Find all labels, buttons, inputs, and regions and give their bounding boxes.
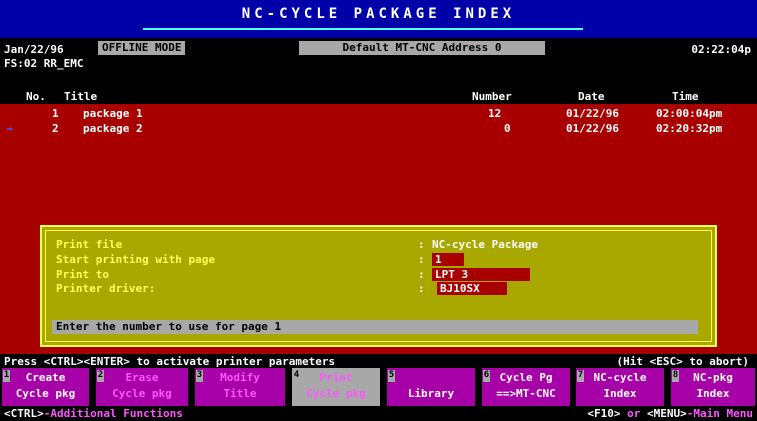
f3-modify-title-button[interactable]: 3 Modify Title [195,368,285,406]
key-label-line1: NC-cycle [593,371,647,384]
row-number: 1 [52,107,59,120]
key-label-line2: Index [696,387,730,400]
status-date: Jan/22/96 [4,43,64,56]
selection-arrow-icon: → [6,122,13,135]
row-count: 12 [488,107,502,120]
f6-cycle-pg-to-mt-cnc-button[interactable]: 6 Cycle Pg ==>MT-CNC [482,368,570,406]
key-label-line1: Print [319,371,353,384]
colon: : [418,253,425,266]
help-activate: Press <CTRL><ENTER> to activate printer … [4,355,336,368]
row-time: 02:00:04pm [656,107,723,120]
title-underline [143,28,583,30]
title-bar: NC-CYCLE PACKAGE INDEX [0,0,757,38]
key-number: 5 [388,370,395,382]
f2-erase-cycle-pkg-button[interactable]: 2 Erase Cycle pkg [96,368,188,406]
ctrl-hint: <CTRL>-Additional Functions [4,407,183,420]
print-to-field[interactable]: LPT 3 [432,268,530,281]
column-header-time: Time [672,90,699,103]
print-to-label: Print to [56,268,109,281]
colon: : [418,282,425,295]
row-title: package 2 [83,122,143,135]
key-label-line2: Cycle pkg [306,387,366,400]
list-item[interactable]: → 2 package 2 0 01/22/96 02:20:32pm [0,122,757,135]
key-label-line2: Title [223,387,257,400]
status-clock: 02:22:04p [691,43,751,56]
mode-badge: OFFLINE MODE [98,41,186,55]
key-label-line1: NC-pkg [693,371,733,384]
f8-nc-pkg-index-button[interactable]: 8 NC-pkg Index [671,368,755,406]
print-file-value: NC-cycle Package [432,238,538,251]
start-page-field[interactable]: 1 [432,253,464,266]
colon: : [418,238,425,251]
menu-hint: <F10> or <MENU>-Main Menu [587,407,753,420]
key-label-line2: ==>MT-CNC [496,387,556,400]
print-dialog: Print file : NC-cycle Package Start prin… [40,225,717,347]
address-badge: Default MT-CNC Address 0 [299,41,545,55]
f4-print-cycle-pkg-button[interactable]: 4 Print Cycle pkg [292,368,380,406]
key-label-line2: Index [603,387,637,400]
key-label-line2: Cycle pkg [15,387,76,400]
start-page-label: Start printing with page [56,253,215,266]
key-label-line2: Cycle pkg [112,387,172,400]
menu-key: <MENU> [647,407,687,420]
key-label-line1: Create [25,371,66,384]
or-text: or [627,407,641,420]
page-title: NC-CYCLE PACKAGE INDEX [241,6,516,22]
ctrl-key: <CTRL> [4,407,44,420]
print-file-label: Print file [56,238,123,251]
row-number: 2 [52,122,59,135]
column-header-number: Number [472,90,512,103]
column-header-no: No. [26,90,46,103]
help-abort: (Hit <ESC> to abort) [616,355,749,368]
key-label-line1: Erase [125,371,159,384]
ctrl-hint-text: -Additional Functions [43,407,183,420]
row-date: 01/22/96 [566,122,619,135]
f5-library-button[interactable]: 5 Library [387,368,475,406]
colon: : [418,268,425,281]
key-label-line2: Library [407,387,455,400]
column-header-date: Date [578,90,605,103]
package-list: 1 package 1 12 01/22/96 02:00:04pm → 2 p… [0,104,757,354]
main-menu-text: -Main Menu [686,407,753,420]
status-bar: Jan/22/96 OFFLINE MODE Default MT-CNC Ad… [0,38,757,103]
f10-key: <F10> [587,407,621,420]
f1-create-cycle-pkg-button[interactable]: 1 Create Cycle pkg [2,368,89,406]
page-prompt: Enter the number to use for page 1 [52,320,698,334]
column-header-title: Title [64,90,98,103]
list-item[interactable]: 1 package 1 12 01/22/96 02:00:04pm [0,107,757,120]
function-key-bar: 1 Create Cycle pkg 2 Erase Cycle pkg 3 M… [0,368,757,406]
fs-line: FS:02 RR_EMC [4,57,84,70]
row-time: 02:20:32pm [656,122,723,135]
row-title: package 1 [83,107,143,120]
f7-nc-cycle-index-button[interactable]: 7 NC-cycle Index [576,368,664,406]
printer-driver-label: Printer driver: [56,282,156,295]
key-label-line1: Cycle Pg [499,371,553,384]
printer-driver-field[interactable]: BJ10SX [437,282,507,295]
row-date: 01/22/96 [566,107,619,120]
key-label-line1: Modify [220,371,260,384]
help-line: Press <CTRL><ENTER> to activate printer … [0,354,757,368]
bottom-hint-line: <CTRL>-Additional Functions <F10> or <ME… [0,406,757,421]
row-count: 0 [504,122,511,135]
